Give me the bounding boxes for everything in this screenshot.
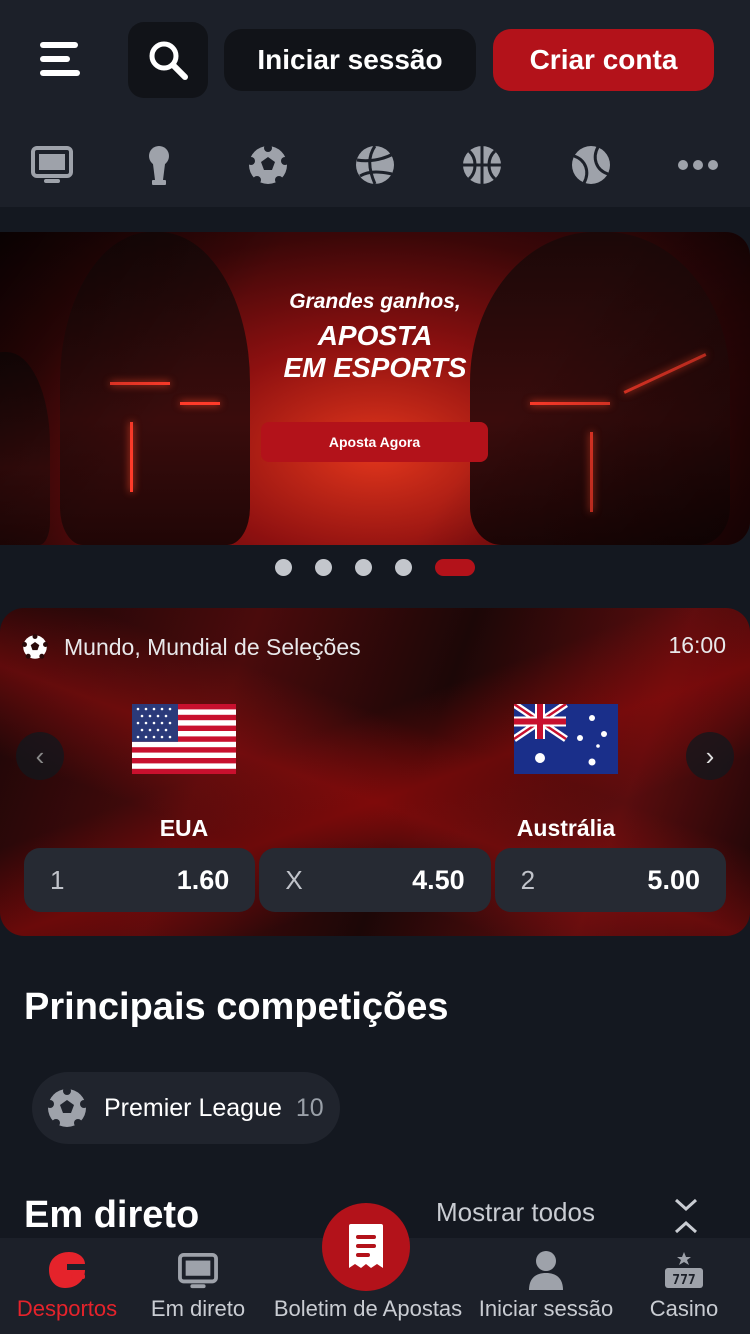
sports-bar <box>0 130 750 200</box>
banner-title-line2: EM ESPORTS <box>283 352 467 383</box>
sports-icon <box>49 1252 85 1288</box>
carousel-dot[interactable] <box>355 559 372 576</box>
carousel-dot-active[interactable] <box>435 559 475 576</box>
soccer-ball-icon[interactable] <box>233 130 303 200</box>
signup-button[interactable]: Criar conta <box>493 29 714 91</box>
basketball-icon[interactable] <box>447 130 517 200</box>
australia-flag <box>512 701 618 774</box>
more-icon[interactable] <box>663 130 733 200</box>
search-button[interactable] <box>128 22 208 98</box>
chevron-right-icon: › <box>705 740 715 771</box>
banner-title: APOSTA EM ESPORTS <box>250 320 500 384</box>
competition-name: Premier League <box>104 1093 282 1122</box>
soccer-ball-icon <box>46 1087 88 1127</box>
nav-iniciar-sessao[interactable]: Iniciar sessão <box>470 1238 622 1334</box>
competitions-title: Principais competições <box>24 986 449 1028</box>
odd-value: 5.00 <box>647 864 700 895</box>
odd-home-button[interactable]: 1 1.60 <box>24 848 256 912</box>
odd-label: 1 <box>50 864 65 895</box>
next-match-button[interactable]: › <box>686 732 734 780</box>
nav-label: Iniciar sessão <box>478 1296 614 1321</box>
odd-label: 2 <box>520 864 536 895</box>
odd-away-button[interactable]: 2 5.00 <box>494 848 726 912</box>
carousel-dots <box>0 558 750 578</box>
soccer-ball-icon <box>22 634 48 659</box>
collapse-icon[interactable] <box>672 1196 700 1236</box>
nav-label: Boletim de Apostas <box>273 1296 463 1321</box>
nav-desportos[interactable]: Desportos <box>0 1238 134 1334</box>
promo-banner[interactable]: Grandes ganhos, APOSTA EM ESPORTS Aposta… <box>0 232 750 545</box>
carousel-dot[interactable] <box>315 559 332 576</box>
match-league: Mundo, Mundial de Seleções <box>22 632 361 662</box>
nav-label: Casino <box>649 1296 719 1321</box>
featured-match-card: Mundo, Mundial de Seleções 16:00 ‹ › EUA <box>0 608 750 936</box>
trophy-icon[interactable] <box>124 130 194 200</box>
banner-title-line1: APOSTA <box>317 320 433 351</box>
banner-overlay <box>0 232 750 545</box>
slot-machine-icon: 777 <box>665 1252 703 1288</box>
menu-icon[interactable] <box>36 38 84 80</box>
carousel-dot[interactable] <box>275 559 292 576</box>
show-all-link[interactable]: Mostrar todos <box>436 1197 595 1228</box>
betslip-icon <box>349 1224 383 1268</box>
banner-subtitle: Grandes ganhos, <box>289 290 461 313</box>
top-bar: Iniciar sessão Criar conta <box>0 0 750 207</box>
nav-casino[interactable]: 777 Casino <box>630 1238 738 1334</box>
away-team-name: Austrália <box>516 815 616 841</box>
betslip-button[interactable] <box>322 1203 410 1291</box>
usa-flag <box>132 704 236 774</box>
carousel-dot[interactable] <box>395 559 412 576</box>
away-team[interactable]: Austrália <box>466 701 666 842</box>
odds-row: 1 1.60 X 4.50 2 5.00 <box>24 848 726 912</box>
live-tv-icon[interactable] <box>17 130 87 200</box>
svg-text:777: 777 <box>672 1273 695 1288</box>
odd-label: X <box>285 864 303 895</box>
tennis-ball-icon[interactable] <box>556 130 626 200</box>
league-name: Mundo, Mundial de Seleções <box>64 633 361 660</box>
live-title: Em direto <box>24 1194 200 1236</box>
nav-label: Em direto <box>150 1296 246 1321</box>
competition-chip[interactable]: Premier League 10 <box>32 1072 340 1144</box>
home-team-name: EUA <box>159 815 209 841</box>
nav-label: Desportos <box>16 1296 118 1321</box>
match-time: 16:00 <box>668 632 726 658</box>
odd-draw-button[interactable]: X 4.50 <box>259 848 491 912</box>
prev-match-button[interactable]: ‹ <box>16 732 64 780</box>
odd-value: 4.50 <box>412 864 465 895</box>
login-button[interactable]: Iniciar sessão <box>224 29 476 91</box>
user-icon <box>529 1251 563 1290</box>
bet-now-button[interactable]: Aposta Agora <box>261 422 488 462</box>
search-icon <box>149 41 188 80</box>
home-team[interactable]: EUA <box>84 704 284 842</box>
nav-em-direto[interactable]: Em direto <box>138 1238 258 1334</box>
live-tv-icon <box>178 1252 218 1289</box>
volleyball-icon[interactable] <box>340 130 410 200</box>
competition-count: 10 <box>295 1093 324 1122</box>
odd-value: 1.60 <box>176 864 230 895</box>
chevron-left-icon: ‹ <box>35 740 45 771</box>
